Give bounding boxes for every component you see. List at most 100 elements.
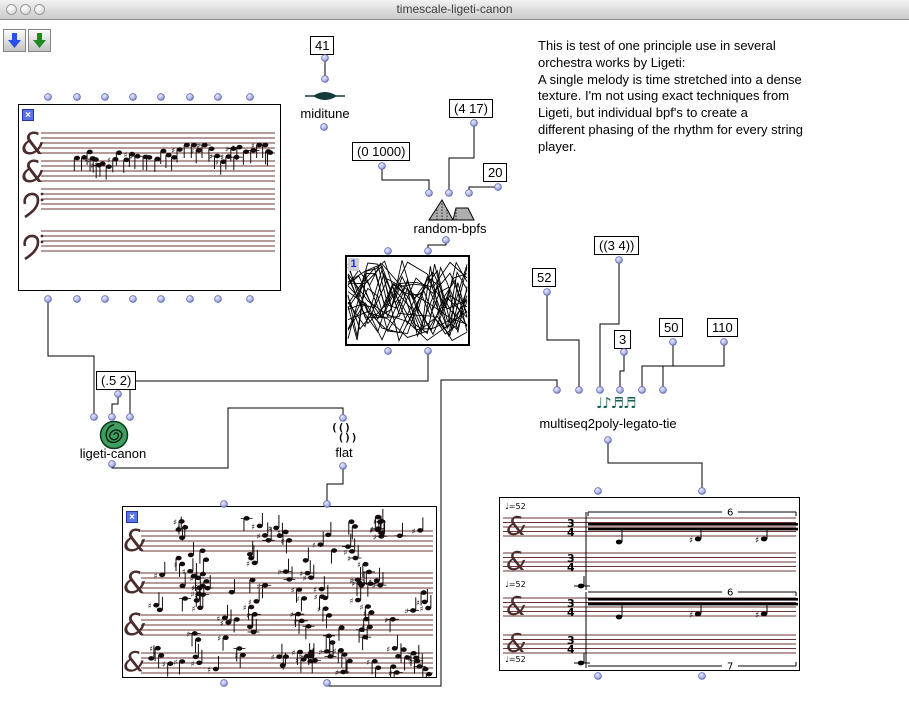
patch-cord[interactable] (449, 123, 474, 193)
outlet-port[interactable] (74, 296, 81, 303)
outlet-port[interactable] (385, 348, 392, 355)
outlet-port[interactable] (158, 296, 165, 303)
value-box-110[interactable]: 110 (707, 318, 738, 337)
eval-green-arrow-button[interactable] (28, 29, 51, 52)
bpf-curves (347, 257, 468, 344)
svg-text:6: 6 (727, 588, 733, 599)
svg-text:♯: ♯ (347, 555, 351, 564)
svg-text:♯: ♯ (154, 571, 158, 580)
value-box-05-2[interactable]: (.5 2) (96, 371, 136, 390)
comment-text: This is test of one principle use in sev… (538, 38, 908, 156)
patch-cord[interactable] (620, 352, 624, 390)
value-box-0-1000[interactable]: (0 1000) (352, 142, 410, 161)
outlet-port[interactable] (471, 120, 478, 127)
inlet-port[interactable] (466, 190, 473, 197)
inlet-port[interactable] (324, 501, 331, 508)
patch-cord[interactable] (48, 299, 94, 417)
inlet-port[interactable] (426, 190, 433, 197)
inlet-port[interactable] (617, 387, 624, 394)
svg-text:♯: ♯ (124, 151, 128, 160)
outlet-port[interactable] (215, 296, 222, 303)
score-editor-stretched-canon[interactable]: × &&&&♯♯♯♯♯♯♯♯♯♯♯♯♯♯♯♯♯♯♯♯♯♯♯♯♯♯♯♯♯♯♯♯♯♯… (122, 506, 437, 678)
outlet-port[interactable] (595, 673, 602, 680)
inlet-port[interactable] (187, 94, 194, 101)
inlet-port[interactable] (158, 94, 165, 101)
inlet-port[interactable] (576, 387, 583, 394)
outlet-port[interactable] (605, 437, 612, 444)
outlet-port[interactable] (45, 296, 52, 303)
score-editor-source-melody[interactable]: × &&♯♯♯♯♯♯♯♯♯♯♯♯♯♯♯♯♯♯ (18, 104, 281, 291)
patch-cord[interactable] (600, 260, 619, 390)
inlet-port[interactable] (385, 248, 392, 255)
svg-text:♯: ♯ (405, 607, 409, 616)
inlet-port[interactable] (660, 387, 667, 394)
outlet-port[interactable] (379, 163, 386, 170)
outlet-port[interactable] (425, 348, 432, 355)
svg-text:♯: ♯ (215, 158, 219, 167)
inlet-port[interactable] (221, 501, 228, 508)
inlet-port[interactable] (554, 387, 561, 394)
inlet-port[interactable] (109, 414, 116, 421)
outlet-port[interactable] (544, 289, 551, 296)
value-box-3-4[interactable]: ((3 4)) (594, 236, 639, 255)
outlet-port[interactable] (443, 237, 450, 244)
outlet-port[interactable] (221, 680, 228, 687)
value-box-20[interactable]: 20 (483, 163, 507, 182)
outlet-port[interactable] (187, 296, 194, 303)
patch-cord[interactable] (469, 187, 498, 193)
inlet-port[interactable] (74, 94, 81, 101)
inlet-port[interactable] (322, 76, 329, 83)
svg-text:&: & (506, 547, 526, 577)
inlet-port[interactable] (340, 415, 347, 422)
outlet-port[interactable] (322, 55, 329, 62)
inlet-port[interactable] (45, 94, 52, 101)
inlet-port[interactable] (639, 387, 646, 394)
value-box-3[interactable]: 3 (614, 330, 631, 349)
inlet-port[interactable] (425, 248, 432, 255)
inlet-port[interactable] (597, 387, 604, 394)
close-icon[interactable]: × (22, 109, 34, 121)
outlet-port[interactable] (699, 673, 706, 680)
inlet-port[interactable] (91, 414, 98, 421)
outlet-port[interactable] (115, 391, 122, 398)
svg-text:♯: ♯ (362, 580, 366, 589)
value-box-4-17[interactable]: (4 17) (449, 99, 493, 118)
value-box-41[interactable]: 41 (310, 36, 334, 55)
patch-cord[interactable] (663, 342, 724, 390)
outlet-port[interactable] (109, 461, 116, 468)
outlet-port[interactable] (495, 184, 502, 191)
inlet-port[interactable] (127, 414, 134, 421)
svg-text:♯: ♯ (251, 142, 255, 151)
svg-text:♯: ♯ (357, 561, 361, 570)
outlet-port[interactable] (324, 680, 331, 687)
patch-cord[interactable] (382, 166, 429, 193)
close-icon[interactable]: × (126, 511, 138, 523)
multiseq-notes-icon[interactable]: ♩♪♬♬ (596, 394, 636, 412)
patch-cord[interactable] (130, 351, 428, 417)
outlet-port[interactable] (130, 296, 137, 303)
outlet-port[interactable] (340, 463, 347, 470)
outlet-port[interactable] (321, 124, 328, 131)
flat-icon[interactable]: (() ()) (331, 423, 358, 443)
outlet-port[interactable] (621, 349, 628, 356)
bpf-display[interactable]: 1 (345, 255, 470, 346)
outlet-port[interactable] (721, 339, 728, 346)
inlet-port[interactable] (446, 190, 453, 197)
inlet-port[interactable] (130, 94, 137, 101)
score-editor-multiseq-result[interactable]: &&&& ♯ ♯ (499, 497, 800, 671)
inlet-port[interactable] (699, 488, 706, 495)
inlet-port[interactable] (595, 488, 602, 495)
patch-cord[interactable] (608, 440, 702, 491)
eval-blue-arrow-button[interactable] (3, 29, 26, 52)
outlet-port[interactable] (616, 257, 623, 264)
outlet-port[interactable] (247, 296, 254, 303)
value-box-50[interactable]: 50 (659, 318, 683, 337)
patch-cord[interactable] (327, 466, 343, 504)
inlet-port[interactable] (215, 94, 222, 101)
value-box-52[interactable]: 52 (532, 268, 556, 287)
outlet-port[interactable] (670, 339, 677, 346)
patch-cord[interactable] (547, 292, 579, 390)
outlet-port[interactable] (102, 296, 109, 303)
inlet-port[interactable] (102, 94, 109, 101)
inlet-port[interactable] (247, 94, 254, 101)
